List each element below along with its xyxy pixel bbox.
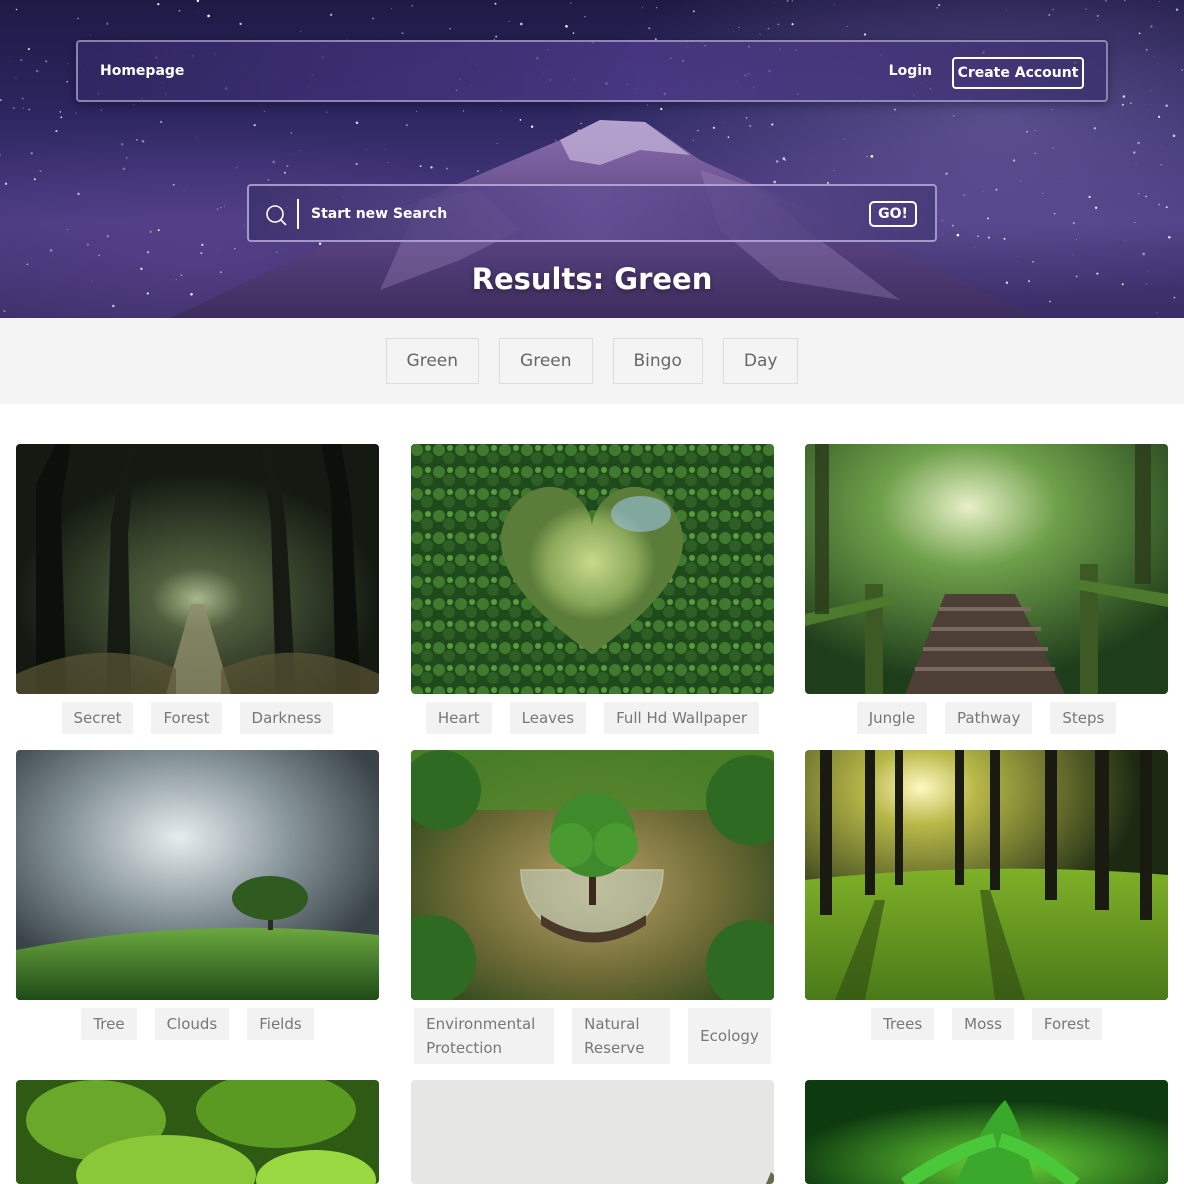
- card-tag[interactable]: Ecology: [688, 1008, 771, 1064]
- create-account-button[interactable]: Create Account: [952, 57, 1084, 89]
- result-image-tree-clouds-field[interactable]: [16, 750, 379, 1000]
- filter-tag-bar: Green Green Bingo Day: [0, 318, 1184, 404]
- card-tag[interactable]: Forest: [1031, 1008, 1102, 1040]
- card-tag[interactable]: Environmental Protection: [414, 1008, 555, 1064]
- nav-login-link[interactable]: Login: [889, 63, 932, 79]
- card-tag-list: Jungle Pathway Steps: [805, 702, 1168, 734]
- card-tag[interactable]: Heart: [425, 702, 492, 734]
- card-tag-list: Environmental Protection Natural Reserve…: [411, 1008, 774, 1064]
- card-tag[interactable]: Trees: [871, 1008, 935, 1040]
- result-image-light-minimal[interactable]: [411, 1080, 774, 1184]
- result-image-jungle-steps[interactable]: [805, 444, 1168, 694]
- card-tag[interactable]: Pathway: [945, 702, 1033, 734]
- result-image-wet-leaves[interactable]: [16, 1080, 379, 1184]
- card-tag[interactable]: Fields: [247, 1008, 314, 1040]
- card-tag-list: Trees Moss Forest: [805, 1008, 1168, 1040]
- card-tag[interactable]: Darkness: [239, 702, 334, 734]
- search-input[interactable]: [311, 200, 851, 228]
- filter-tag[interactable]: Green: [385, 338, 480, 384]
- result-card: [16, 1080, 379, 1184]
- go-button[interactable]: GO!: [869, 201, 917, 227]
- card-tag-list: Tree Clouds Fields: [16, 1008, 379, 1040]
- hero-banner: Homepage Login Create Account GO! Result…: [0, 0, 1184, 318]
- result-image-fern-closeup[interactable]: [805, 1080, 1168, 1184]
- result-image-sunlit-forest-moss[interactable]: [805, 750, 1168, 1000]
- result-card: Tree Clouds Fields: [16, 750, 379, 1040]
- result-card: Environmental Protection Natural Reserve…: [411, 750, 774, 1064]
- result-image-tree-in-glass-globe[interactable]: [411, 750, 774, 1000]
- card-tag[interactable]: Clouds: [154, 1008, 230, 1040]
- card-tag[interactable]: Steps: [1050, 702, 1117, 734]
- top-navbar: Homepage Login Create Account: [76, 40, 1108, 102]
- card-tag[interactable]: Tree: [81, 1008, 137, 1040]
- result-image-dark-forest-path[interactable]: [16, 444, 379, 694]
- result-image-heart-leaves[interactable]: [411, 444, 774, 694]
- result-card: [411, 1080, 774, 1184]
- result-card: Jungle Pathway Steps: [805, 444, 1168, 734]
- nav-homepage-link[interactable]: Homepage: [100, 63, 184, 79]
- filter-tag[interactable]: Day: [722, 338, 799, 384]
- card-tag[interactable]: Leaves: [509, 702, 587, 734]
- result-card: [805, 1080, 1168, 1184]
- result-card: Heart Leaves Full Hd Wallpaper: [411, 444, 774, 734]
- filter-tag[interactable]: Green: [499, 338, 593, 384]
- card-tag[interactable]: Moss: [952, 1008, 1014, 1040]
- card-tag-list: Secret Forest Darkness: [16, 702, 379, 734]
- card-tag[interactable]: Natural Reserve: [572, 1008, 671, 1064]
- card-tag[interactable]: Forest: [151, 702, 222, 734]
- card-tag[interactable]: Jungle: [856, 702, 928, 734]
- card-tag[interactable]: Secret: [61, 702, 134, 734]
- result-card: Secret Forest Darkness: [16, 444, 379, 734]
- results-title: Results: Green: [471, 262, 713, 296]
- search-divider: [297, 199, 299, 229]
- result-card: Trees Moss Forest: [805, 750, 1168, 1040]
- filter-tag[interactable]: Bingo: [612, 338, 703, 384]
- search-icon[interactable]: [265, 204, 287, 226]
- search-bar: GO!: [247, 184, 937, 242]
- card-tag[interactable]: Full Hd Wallpaper: [604, 702, 760, 734]
- card-tag-list: Heart Leaves Full Hd Wallpaper: [411, 702, 774, 734]
